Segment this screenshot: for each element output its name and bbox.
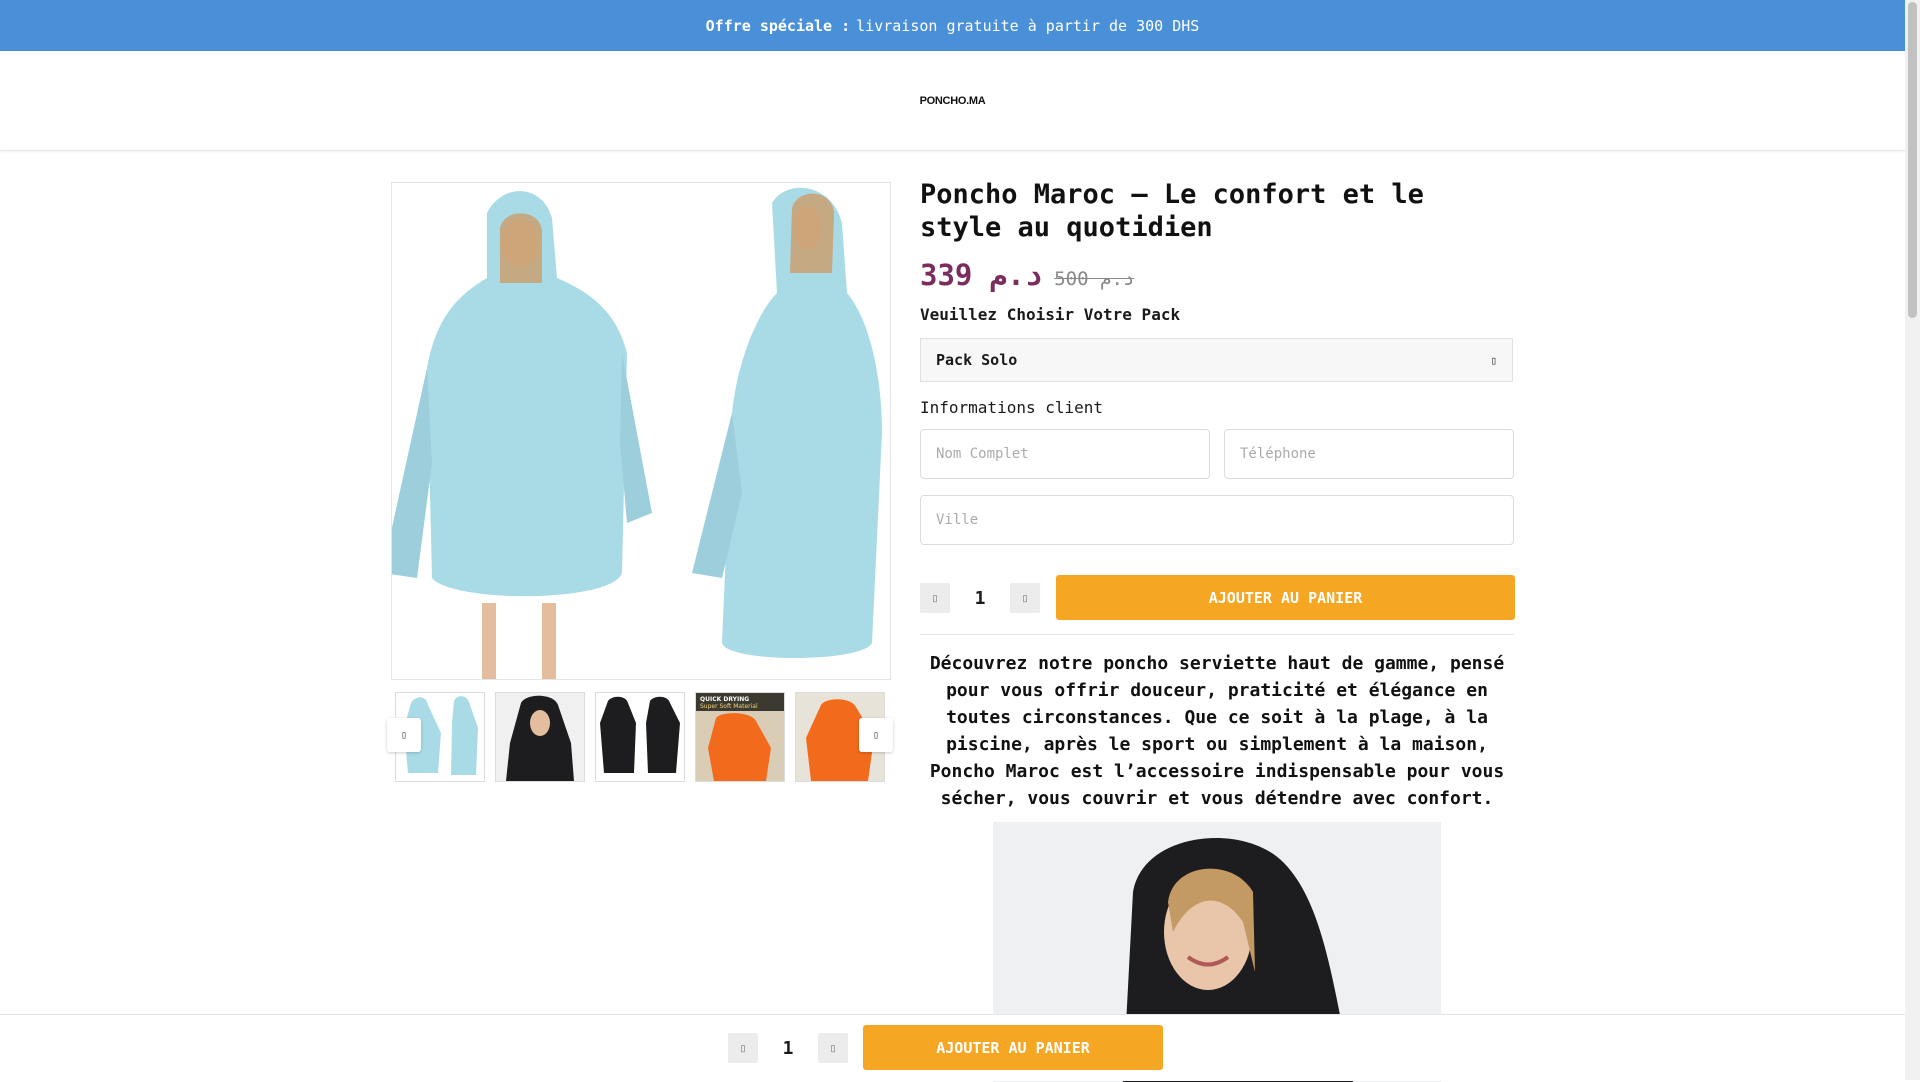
plus-icon: ▯: [830, 1042, 836, 1053]
add-to-cart-button[interactable]: AJOUTER AU PANIER: [1056, 575, 1515, 620]
price-new: 339 د.م: [920, 258, 1043, 292]
sticky-quantity-value[interactable]: 1: [758, 1038, 818, 1059]
city-field[interactable]: [920, 495, 1514, 545]
thumbnail-prev-arrow[interactable]: ▯: [387, 718, 421, 752]
thumbnail-orange-poncho-quick-drying[interactable]: QUICK DRYING Super Soft Material: [695, 692, 785, 782]
thumbnail-strip: QUICK DRYING Super Soft Material ▯ ▯: [387, 690, 893, 782]
quantity-decrease-button[interactable]: ▯: [920, 583, 950, 613]
plus-icon: ▯: [1022, 592, 1028, 603]
thumbnail-black-poncho-hood[interactable]: [495, 692, 585, 782]
chevron-right-icon: ▯: [872, 729, 880, 741]
minus-icon: ▯: [740, 1042, 746, 1053]
phone-field[interactable]: [1224, 429, 1514, 479]
quantity-increase-button[interactable]: ▯: [1010, 583, 1040, 613]
product-main-image[interactable]: [391, 182, 891, 680]
announcement-text: livraison gratuite à partir de 300 DHS: [856, 16, 1200, 35]
price-old: 500 د.م: [1054, 268, 1135, 290]
thumbnail-next-arrow[interactable]: ▯: [859, 718, 893, 752]
page-scrollbar[interactable]: [1905, 0, 1920, 1080]
minus-icon: ▯: [932, 592, 938, 603]
name-field[interactable]: [920, 429, 1210, 479]
pack-label: Veuillez Choisir Votre Pack: [920, 305, 1181, 324]
sticky-add-to-cart-button[interactable]: AJOUTER AU PANIER: [863, 1025, 1163, 1070]
sticky-quantity-decrease-button[interactable]: ▯: [728, 1033, 758, 1063]
sticky-quantity-increase-button[interactable]: ▯: [818, 1033, 848, 1063]
thumbnail-black-poncho-pair[interactable]: [595, 692, 685, 782]
svg-text:Super Soft Material: Super Soft Material: [700, 703, 758, 710]
product-title: Poncho Maroc – Le confort et le style au…: [920, 179, 1424, 243]
poncho-photo: [392, 183, 890, 679]
site-header: PONCHO.MA: [0, 51, 1905, 151]
customer-info-label: Informations client: [920, 398, 1104, 417]
price-row: 339 د.م 500 د.م: [920, 258, 1134, 292]
sticky-quantity-stepper: ▯ 1 ▯: [728, 1033, 848, 1063]
product-description: Découvrez notre poncho serviette haut de…: [929, 653, 1505, 809]
pack-select[interactable]: Pack Solo ▯: [920, 338, 1513, 382]
announcement-bold: Offre spéciale :: [705, 16, 851, 35]
divider: [920, 634, 1514, 635]
chevron-down-icon: ▯: [1490, 353, 1497, 367]
site-logo[interactable]: PONCHO.MA: [920, 95, 986, 107]
quantity-stepper: ▯ 1 ▯: [920, 583, 1040, 613]
chevron-left-icon: ▯: [400, 729, 408, 741]
quantity-value[interactable]: 1: [950, 588, 1010, 609]
announcement-bar: Offre spéciale : livraison gratuite à pa…: [0, 0, 1905, 51]
svg-text:QUICK DRYING: QUICK DRYING: [700, 696, 749, 703]
pack-selected-value: Pack Solo: [936, 351, 1018, 369]
sticky-cart-bar: ▯ 1 ▯ AJOUTER AU PANIER: [0, 1014, 1905, 1081]
scrollbar-thumb[interactable]: [1908, 2, 1917, 318]
